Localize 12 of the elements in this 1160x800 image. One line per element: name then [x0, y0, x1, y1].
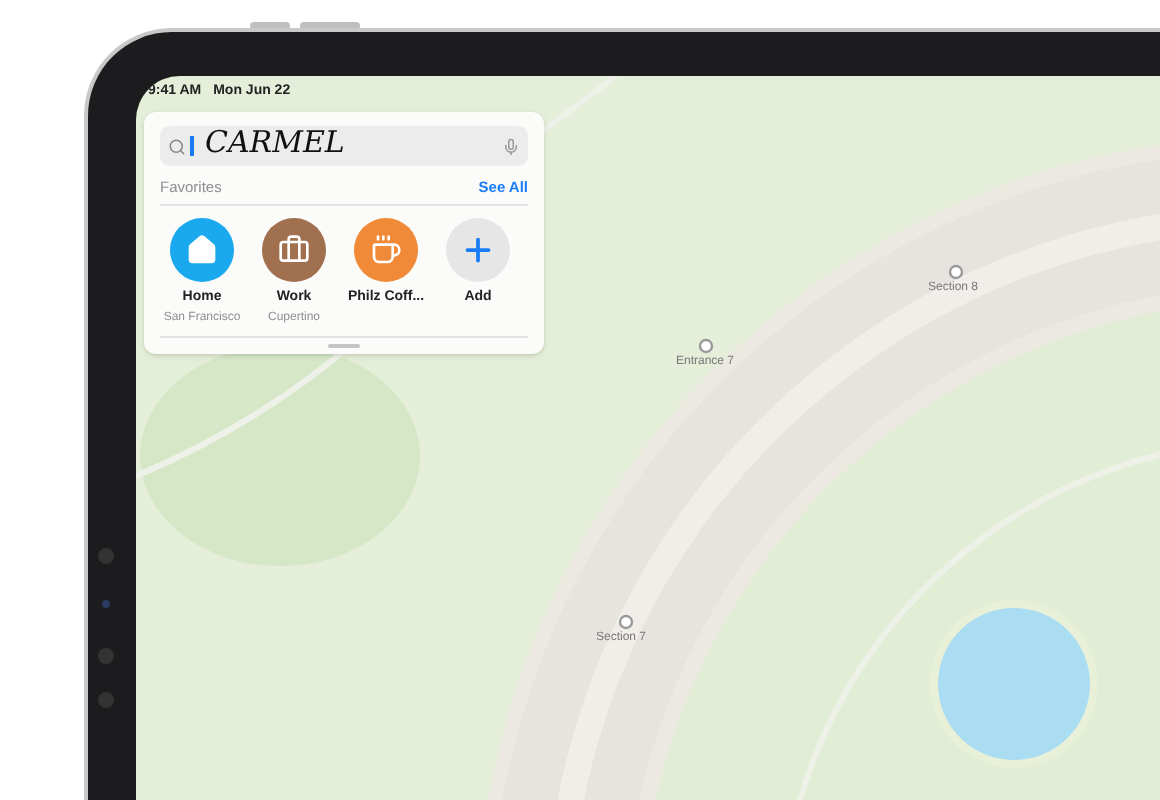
search-icon [168, 137, 186, 155]
poi-marker [698, 338, 714, 354]
text-cursor [190, 136, 193, 156]
poi-marker [618, 614, 634, 630]
search-field[interactable]: CARMEL [160, 126, 528, 166]
handwritten-text: CARMEL [205, 127, 345, 157]
poi-marker [948, 264, 964, 280]
microphone-icon [502, 137, 520, 155]
briefcase-icon [278, 234, 310, 267]
house-icon [186, 234, 218, 267]
cup-icon [370, 234, 402, 267]
drag-handle[interactable] [328, 343, 360, 348]
